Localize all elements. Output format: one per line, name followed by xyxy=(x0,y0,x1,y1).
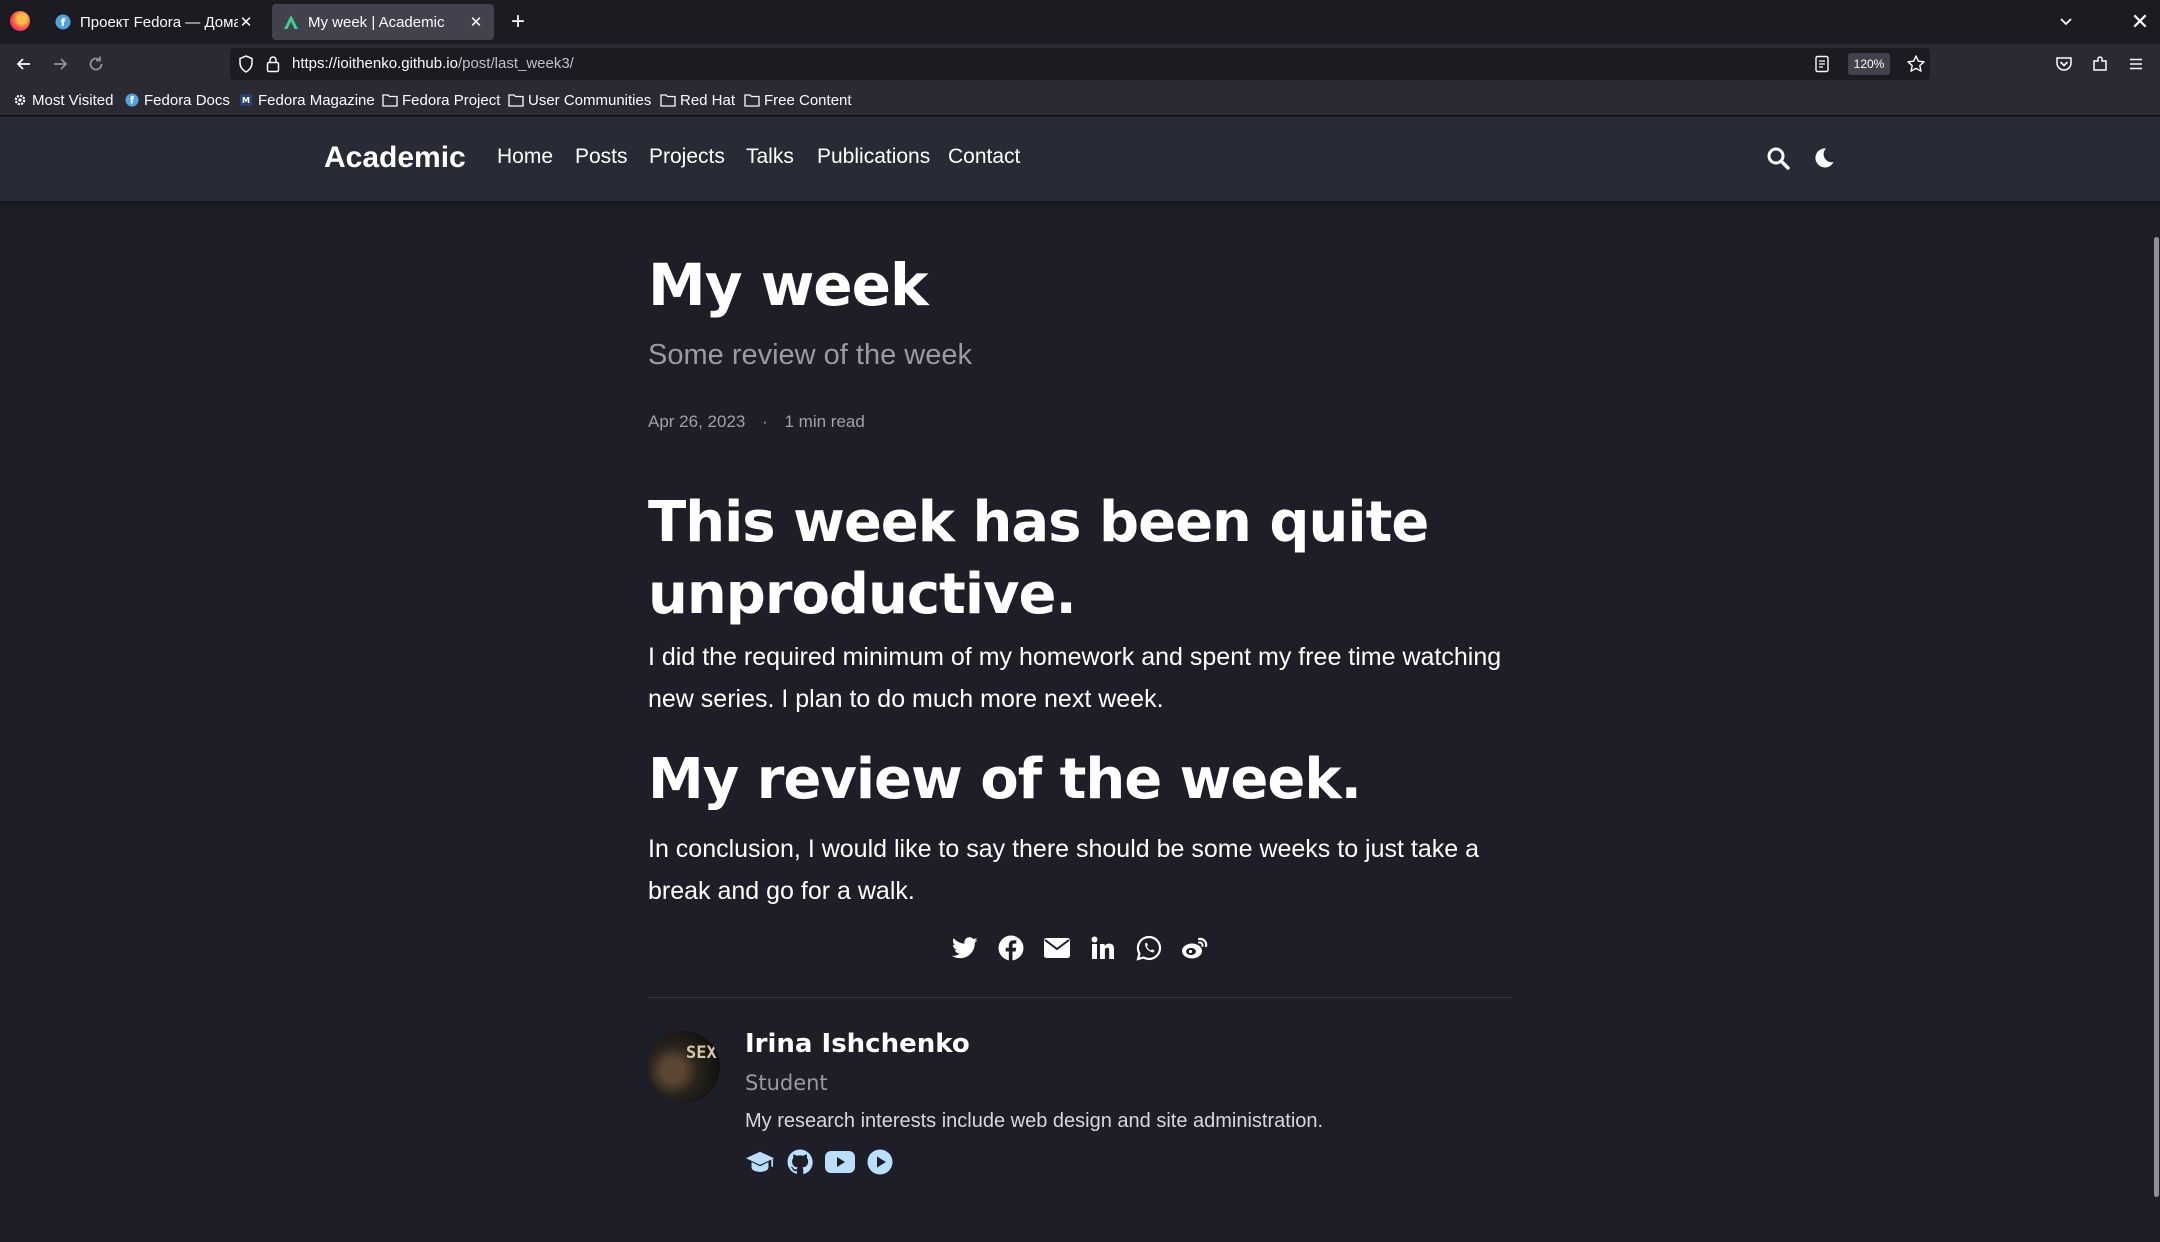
divider xyxy=(648,997,1512,998)
reading-time: 1 min read xyxy=(784,412,865,431)
nav-publications[interactable]: Publications xyxy=(817,145,930,169)
weibo-icon[interactable] xyxy=(1180,933,1210,963)
svg-text:M: M xyxy=(242,96,250,105)
firefox-menu-icon[interactable] xyxy=(10,11,30,31)
bookmark-label: Fedora Docs xyxy=(144,91,230,109)
bookmark-label: Most Visited xyxy=(32,91,114,109)
bookmark-fedora-docs[interactable]: f Fedora Docs xyxy=(124,90,230,110)
meta-separator: · xyxy=(762,412,768,431)
folder-icon xyxy=(660,92,676,108)
bookmarks-toolbar: Most Visited f Fedora Docs M Fedora Maga… xyxy=(0,84,2160,116)
post-title: My week xyxy=(648,251,929,319)
bookmark-fedora-magazine[interactable]: M Fedora Magazine xyxy=(238,90,375,110)
site-navbar: Academic Home Posts Projects Talks Publi… xyxy=(0,117,2160,201)
linkedin-icon[interactable] xyxy=(1088,933,1118,963)
bookmark-label: Fedora Project xyxy=(402,91,501,109)
bookmark-folder-free-content[interactable]: Free Content xyxy=(744,90,852,110)
url-host: https://ioithenko.github.io xyxy=(292,55,458,72)
reload-icon[interactable] xyxy=(82,50,110,78)
bookmark-folder-user-communities[interactable]: User Communities xyxy=(508,90,651,110)
whatsapp-icon[interactable] xyxy=(1134,933,1164,963)
new-tab-icon[interactable]: + xyxy=(504,8,532,36)
nav-projects[interactable]: Projects xyxy=(649,145,725,169)
dark-mode-moon-icon[interactable] xyxy=(1809,143,1839,173)
bookmark-label: Free Content xyxy=(764,91,852,109)
post-date: Apr 26, 2023 xyxy=(648,412,746,431)
close-tab-icon[interactable]: ✕ xyxy=(238,13,254,31)
nav-home[interactable]: Home xyxy=(497,145,553,169)
tab-fedora-project[interactable]: f Проект Fedora — Домаш ✕ xyxy=(44,4,264,40)
article-paragraph-1: I did the required minimum of my homewor… xyxy=(648,643,1502,713)
avatar[interactable]: SEX xyxy=(648,1031,720,1103)
tab-title: Проект Fedora — Домаш xyxy=(80,13,238,31)
post-subtitle: Some review of the week xyxy=(648,339,972,371)
post-meta: Apr 26, 2023 · 1 min read xyxy=(648,412,865,432)
reader-view-icon[interactable] xyxy=(1814,55,1830,78)
gear-icon xyxy=(12,92,28,108)
author-social-links xyxy=(745,1147,895,1179)
folder-icon xyxy=(744,92,760,108)
site-brand[interactable]: Academic xyxy=(324,141,466,175)
hamburger-menu-icon[interactable] xyxy=(2122,50,2150,78)
web-page: Academic Home Posts Projects Talks Publi… xyxy=(0,117,2160,1242)
search-icon[interactable] xyxy=(1763,143,1793,173)
url-text: https://ioithenko.github.io/post/last_we… xyxy=(292,55,574,72)
bookmark-most-visited[interactable]: Most Visited xyxy=(12,90,113,110)
back-icon[interactable] xyxy=(10,50,38,78)
browser-nav-bar: https://ioithenko.github.io/post/last_we… xyxy=(0,44,2160,84)
author-bio: My research interests include web design… xyxy=(745,1110,1324,1132)
youtube-icon[interactable] xyxy=(825,1147,855,1177)
graduation-cap-icon[interactable] xyxy=(745,1147,775,1177)
lock-icon[interactable] xyxy=(266,55,280,78)
play-circle-icon[interactable] xyxy=(865,1147,895,1177)
tracking-protection-icon[interactable] xyxy=(238,55,254,78)
nav-posts[interactable]: Posts xyxy=(575,145,628,169)
folder-icon xyxy=(382,92,398,108)
address-bar[interactable]: https://ioithenko.github.io/post/last_we… xyxy=(230,48,1930,80)
article-paragraph-2: In conclusion, I would like to say there… xyxy=(648,835,1480,905)
zoom-level-button[interactable]: 120% xyxy=(1848,53,1890,75)
avatar-photo-sign: SEX xyxy=(686,1043,717,1063)
email-icon[interactable] xyxy=(1042,933,1072,963)
bookmark-label: Red Hat xyxy=(680,91,736,109)
extensions-icon[interactable] xyxy=(2086,50,2114,78)
share-buttons xyxy=(648,933,1512,973)
article-heading-2: My review of the week. xyxy=(648,747,1362,812)
pocket-icon[interactable] xyxy=(2050,50,2078,78)
folder-icon xyxy=(508,92,524,108)
fedora-magazine-icon: M xyxy=(238,92,254,108)
bookmark-folder-red-hat[interactable]: Red Hat xyxy=(660,90,735,110)
nav-talks[interactable]: Talks xyxy=(746,145,794,169)
bookmark-label: Fedora Magazine xyxy=(258,91,375,109)
bookmark-label: User Communities xyxy=(528,91,652,109)
browser-tab-bar: f Проект Fedora — Домаш ✕ My week | Acad… xyxy=(0,0,2160,44)
github-icon[interactable] xyxy=(785,1147,815,1177)
close-tab-icon[interactable]: ✕ xyxy=(468,13,484,31)
tab-title: My week | Academic xyxy=(308,13,445,31)
nav-contact[interactable]: Contact xyxy=(948,145,1020,169)
author-role: Student xyxy=(745,1071,828,1095)
bookmark-folder-fedora-project[interactable]: Fedora Project xyxy=(382,90,500,110)
article-heading-1: This week has been quite unproductive. xyxy=(648,490,1429,627)
window-close-icon[interactable]: ✕ xyxy=(2126,8,2154,36)
list-all-tabs-icon[interactable] xyxy=(2052,8,2080,36)
facebook-icon[interactable] xyxy=(996,933,1026,963)
fedora-icon: f xyxy=(54,13,72,31)
fedora-icon: f xyxy=(124,92,140,108)
svg-text:f: f xyxy=(61,16,66,29)
forward-icon[interactable] xyxy=(46,50,74,78)
tab-my-week[interactable]: My week | Academic ✕ xyxy=(272,4,494,40)
bookmark-star-icon[interactable] xyxy=(1906,54,1926,79)
twitter-icon[interactable] xyxy=(950,933,980,963)
academic-icon xyxy=(282,13,300,31)
author-name[interactable]: Irina Ishchenko xyxy=(745,1029,970,1059)
page-scrollbar[interactable] xyxy=(2154,237,2159,1197)
url-path: /post/last_week3/ xyxy=(457,55,574,72)
